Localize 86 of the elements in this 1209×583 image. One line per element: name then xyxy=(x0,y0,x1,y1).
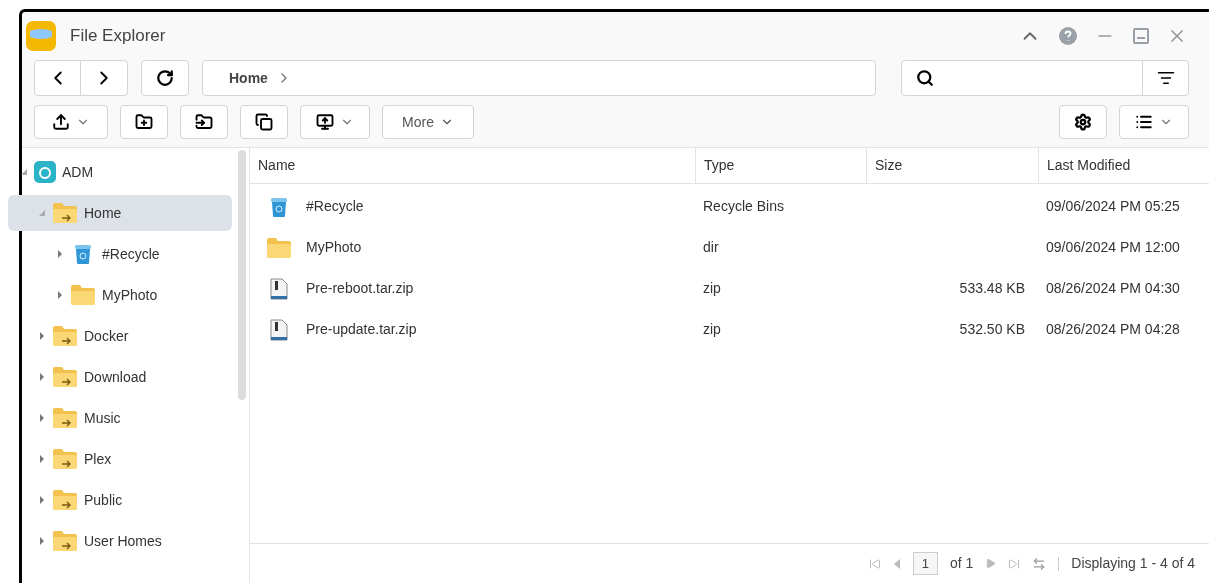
file-name: Pre-update.tar.zip xyxy=(306,320,417,339)
shared-folder-icon xyxy=(52,325,78,347)
collapsed-arrow-icon[interactable] xyxy=(38,414,46,422)
file-name: #Recycle xyxy=(306,197,364,216)
shared-folder-icon xyxy=(52,448,78,470)
file-type: dir xyxy=(703,239,719,255)
tree-item[interactable]: Docker xyxy=(8,318,232,354)
app-logo-icon xyxy=(34,161,56,183)
search-icon xyxy=(916,69,934,87)
column-header[interactable]: Size xyxy=(866,148,1038,183)
file-row[interactable]: MyPhoto dir 09/06/2024 PM 12:00 xyxy=(250,227,1209,268)
file-type: zip xyxy=(703,280,721,296)
tree-item[interactable]: MyPhoto xyxy=(8,277,232,313)
copy-icon xyxy=(255,113,273,131)
modified-date: 09/06/2024 PM 12:00 xyxy=(1046,239,1180,255)
modified-date: 08/26/2024 PM 04:28 xyxy=(1046,321,1180,337)
page-field[interactable]: 1 xyxy=(912,551,938,576)
shared-folder-icon xyxy=(52,489,78,511)
file-name: Pre-reboot.tar.zip xyxy=(306,279,414,298)
collapsed-arrow-icon[interactable] xyxy=(38,332,46,340)
column-header[interactable]: Type xyxy=(695,148,866,183)
expanded-arrow-icon[interactable] xyxy=(20,168,28,176)
file-type: zip xyxy=(703,321,721,337)
collapsed-arrow-icon[interactable] xyxy=(38,455,46,463)
zip-file-icon xyxy=(270,318,288,341)
recycle-bin-icon xyxy=(270,195,288,218)
upload-button[interactable] xyxy=(34,105,108,139)
select-all-button[interactable] xyxy=(240,105,288,139)
collapsed-arrow-icon[interactable] xyxy=(38,496,46,504)
tree-item[interactable]: Home xyxy=(8,195,232,231)
shared-folder-icon xyxy=(52,530,78,552)
modified-date: 08/26/2024 PM 04:30 xyxy=(1046,280,1180,296)
column-header[interactable]: Last Modified xyxy=(1038,148,1209,183)
move-folder-button[interactable] xyxy=(180,105,228,139)
refresh-list-icon[interactable] xyxy=(1032,556,1047,571)
modified-date: 09/06/2024 PM 05:25 xyxy=(1046,198,1180,214)
filter-icon[interactable] xyxy=(1156,69,1175,87)
file-row[interactable]: #Recycle Recycle Bins 09/06/2024 PM 05:25 xyxy=(250,186,1209,227)
folder-arrow-icon xyxy=(195,113,213,131)
scrollbar[interactable] xyxy=(238,150,246,400)
tree-item[interactable]: User Homes xyxy=(8,523,232,559)
new-folder-button[interactable] xyxy=(120,105,168,139)
recycle-bin-icon xyxy=(74,243,92,265)
shared-folder-icon xyxy=(52,202,78,224)
refresh-button[interactable] xyxy=(141,60,189,96)
file-row[interactable]: Pre-update.tar.zip zip 532.50 KB 08/26/2024 PM 04:28 xyxy=(250,309,1209,350)
page-count: of 1 xyxy=(949,554,974,573)
collapsed-arrow-icon[interactable] xyxy=(56,291,64,299)
column-header[interactable]: Name xyxy=(250,148,695,183)
collapsed-arrow-icon[interactable] xyxy=(38,537,46,545)
breadcrumb-link[interactable]: Home xyxy=(229,67,268,89)
search-field[interactable] xyxy=(901,60,1189,96)
file-size: 532.50 KB xyxy=(959,320,1025,339)
file-name: MyPhoto xyxy=(306,238,362,257)
collapsed-arrow-icon[interactable] xyxy=(56,250,64,258)
tree-item[interactable]: ADM xyxy=(8,154,232,190)
file-size: 533.48 KB xyxy=(959,279,1025,298)
tree-item[interactable]: #Recycle xyxy=(8,236,232,272)
upload-icon xyxy=(52,113,70,131)
tree-item[interactable]: Public xyxy=(8,482,232,518)
folder-icon xyxy=(70,284,96,306)
refresh-icon xyxy=(156,69,174,87)
shared-folder-icon xyxy=(52,407,78,429)
view-mode-button[interactable] xyxy=(1119,105,1189,139)
tree-item[interactable]: Music xyxy=(8,400,232,436)
collapsed-arrow-icon[interactable] xyxy=(38,373,46,381)
settings-button[interactable] xyxy=(1059,105,1107,139)
file-row[interactable]: Pre-reboot.tar.zip zip 533.48 KB 08/26/2024 PM 04:30 xyxy=(250,268,1209,309)
tree-item[interactable]: Download xyxy=(8,359,232,395)
mount-button[interactable] xyxy=(300,105,370,139)
app-icon xyxy=(26,20,56,51)
monitor-icon xyxy=(316,113,334,131)
display-summary: Displaying 1 - 4 of 4 xyxy=(1071,554,1195,573)
window-title: File Explorer xyxy=(70,24,166,47)
zip-file-icon xyxy=(270,277,288,300)
path-bar[interactable]: Home xyxy=(202,60,876,96)
file-type: Recycle Bins xyxy=(703,198,784,214)
maximize-icon[interactable] xyxy=(1133,27,1149,44)
list-icon xyxy=(1135,113,1153,131)
more-button[interactable]: More xyxy=(382,105,474,139)
shared-folder-icon xyxy=(52,366,78,388)
help-icon[interactable] xyxy=(1059,26,1077,45)
tree-item[interactable]: Plex xyxy=(8,441,232,477)
folder-icon xyxy=(266,236,292,259)
settings-icon xyxy=(1074,113,1092,131)
folder-plus-icon xyxy=(135,113,153,131)
